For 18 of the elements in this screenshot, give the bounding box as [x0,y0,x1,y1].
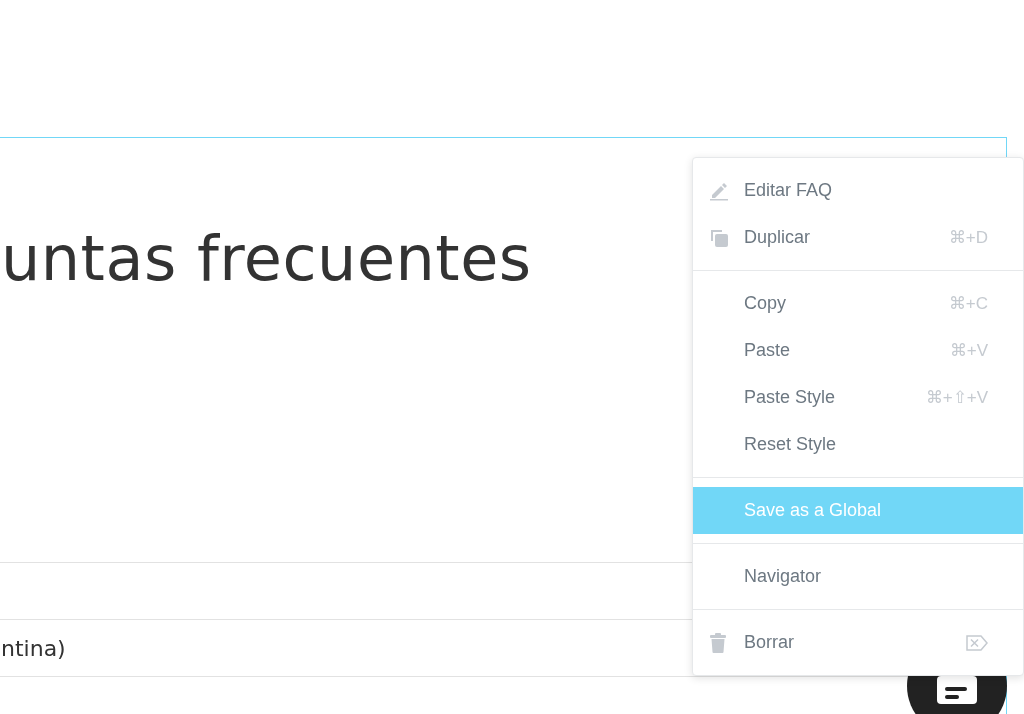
menu-item[interactable]: Reset Style [693,421,1023,468]
menu-item[interactable]: Paste ⌘+V [693,327,1023,374]
shortcut-text: ⌘+⇧+V [925,387,988,408]
menu-item[interactable]: Navigator [693,553,1023,600]
shortcut-text: ⌘+V [949,340,988,361]
shortcut-text: ⌘+C [948,293,988,314]
menu-item[interactable]: Editar FAQ [693,167,1023,214]
faq-question[interactable]: ntina) [1,635,66,661]
delete-key-icon [966,634,988,651]
menu-item[interactable]: Copy ⌘+C [693,280,1023,327]
pencil-icon [709,180,729,201]
shortcut-text: ⌘+D [948,227,988,248]
menu-item[interactable]: Borrar [693,619,1023,666]
page-heading: untas frecuentes [0,221,532,296]
menu-item[interactable]: Duplicar ⌘+D [693,214,1023,261]
trash-icon [709,632,727,653]
duplicate-icon [709,227,729,248]
menu-item[interactable]: Paste Style ⌘+⇧+V [693,374,1023,421]
